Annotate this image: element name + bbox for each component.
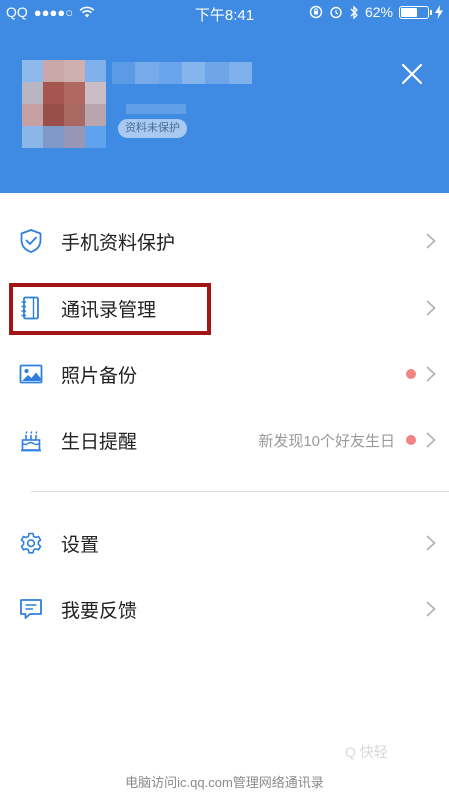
menu-item-contacts-management[interactable]: 通讯录管理 (0, 278, 449, 338)
alarm-icon (330, 6, 342, 19)
contacts-book-icon (21, 296, 39, 320)
rotation-lock-icon (309, 5, 323, 19)
status-bar-right: 62% (309, 4, 443, 20)
menu-item-photo-backup[interactable]: 照片备份 (0, 344, 449, 404)
battery-fill (401, 7, 418, 17)
feedback-icon (20, 599, 42, 619)
avatar[interactable] (22, 60, 106, 148)
protection-status-badge[interactable]: 资料未保护 (118, 119, 187, 138)
account-blurred (126, 104, 186, 114)
menu-item-label: 设置 (61, 534, 100, 556)
close-icon[interactable] (398, 60, 426, 88)
watermark: Q 快轻 (345, 744, 388, 760)
status-bar: QQ ●●●●○ 下午8:41 62% (0, 0, 449, 26)
footer-hint: 电脑访问ic.qq.com管理网络通讯录 (125, 775, 324, 790)
photo-icon (19, 364, 43, 384)
menu-item-label: 通讯录管理 (61, 299, 157, 321)
birthday-hint: 新发现10个好友生日 (258, 432, 395, 450)
menu-item-label: 照片备份 (61, 365, 138, 387)
chevron-right-icon (426, 233, 436, 249)
new-indicator-dot (406, 435, 416, 445)
menu-item-label: 生日提醒 (61, 431, 138, 453)
section-divider (31, 491, 449, 492)
bluetooth-icon (350, 4, 358, 20)
new-indicator-dot (406, 369, 416, 379)
menu-item-feedback[interactable]: 我要反馈 (0, 579, 449, 639)
shield-check-icon (20, 229, 42, 253)
chevron-right-icon (426, 535, 436, 551)
menu-item-settings[interactable]: 设置 (0, 513, 449, 573)
chevron-right-icon (426, 300, 436, 316)
menu-item-label: 手机资料保护 (61, 232, 176, 254)
chevron-right-icon (426, 601, 436, 617)
gear-icon (20, 532, 42, 554)
profile-header: QQ ●●●●○ 下午8:41 62% 资料未保护 (0, 0, 449, 193)
menu-item-label: 我要反馈 (61, 600, 138, 622)
battery-icon (399, 5, 432, 19)
battery-percent: 62% (364, 4, 393, 20)
menu-item-phone-data-protection[interactable]: 手机资料保护 (0, 211, 449, 271)
birthday-cake-icon (21, 431, 41, 452)
chevron-right-icon (426, 366, 436, 382)
charging-icon (435, 5, 443, 19)
chevron-right-icon (426, 432, 436, 448)
nickname-blurred (112, 62, 252, 84)
menu-item-birthday-reminder[interactable]: 生日提醒 新发现10个好友生日 (0, 410, 449, 470)
